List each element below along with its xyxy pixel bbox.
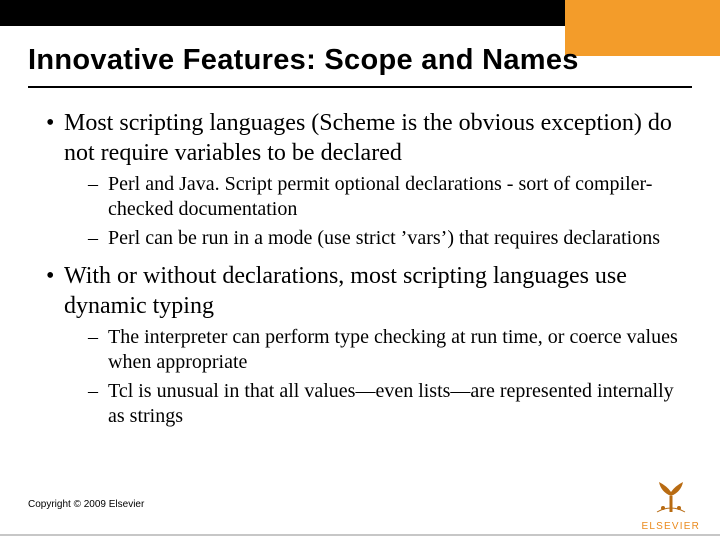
slide: { "title": "Innovative Features: Scope a… — [0, 0, 720, 540]
slide-title: Innovative Features: Scope and Names — [28, 44, 692, 77]
publisher-name: ELSEVIER — [641, 521, 700, 532]
sub-bullet-text: Tcl is unusual in that all values—even l… — [108, 380, 674, 427]
publisher-logo: ELSEVIER — [641, 474, 700, 532]
footer-rule — [0, 534, 720, 536]
sub-bullet-text: Perl and Java. Script permit optional de… — [108, 173, 652, 220]
copyright-text: Copyright © 2009 Elsevier — [28, 499, 144, 510]
sub-bullet-text: Perl can be run in a mode (use strict ’v… — [108, 227, 660, 249]
tree-icon — [651, 474, 691, 514]
bullet-text: Most scripting languages (Scheme is the … — [64, 110, 672, 166]
bullet-item: Most scripting languages (Scheme is the … — [46, 108, 682, 251]
sub-bullet-item: The interpreter can perform type checkin… — [74, 325, 682, 375]
bullet-item: With or without declarations, most scrip… — [46, 261, 682, 429]
sub-bullet-text: The interpreter can perform type checkin… — [108, 326, 678, 373]
sub-bullet-item: Perl can be run in a mode (use strict ’v… — [74, 226, 682, 251]
body-content: Most scripting languages (Scheme is the … — [46, 108, 682, 439]
title-area: Innovative Features: Scope and Names — [0, 26, 720, 96]
sub-bullet-item: Tcl is unusual in that all values—even l… — [74, 379, 682, 429]
sub-bullet-item: Perl and Java. Script permit optional de… — [74, 172, 682, 222]
title-underline — [28, 86, 692, 88]
bullet-text: With or without declarations, most scrip… — [64, 263, 627, 319]
